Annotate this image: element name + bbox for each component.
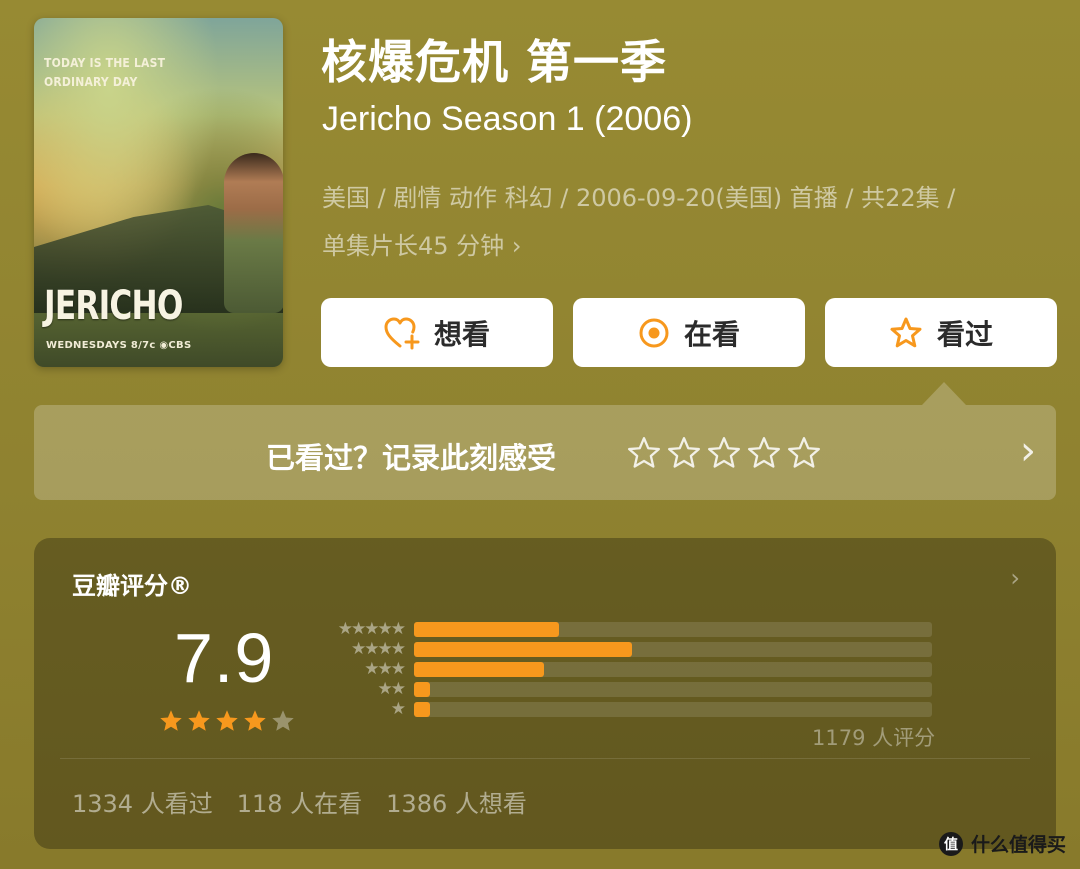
score-value: 7.9 — [174, 619, 275, 697]
poster-airtime: WEDNESDAYS 8/7c ◉CBS — [46, 340, 191, 351]
distribution-track — [414, 702, 932, 717]
original-title: Jericho Season 1 (2006) — [322, 100, 693, 138]
meta-info[interactable]: 美国 / 剧情 动作 科幻 / 2006-09-20(美国) 首播 / 共22集… — [322, 174, 1052, 270]
distribution-track — [414, 662, 932, 677]
watched-button[interactable]: 看过 — [825, 298, 1057, 367]
score-stars — [158, 708, 296, 734]
distribution-row: ★★★ — [316, 659, 936, 679]
star-outline-icon[interactable] — [786, 435, 822, 471]
star-filled-icon — [216, 710, 238, 731]
star-outline-icon[interactable] — [666, 435, 702, 471]
want-to-watch-button[interactable]: 想看 — [321, 298, 553, 367]
distribution-bar — [414, 622, 560, 637]
watching-count[interactable]: 118 人在看 — [237, 784, 362, 819]
distribution-row: ★★★★★ — [316, 619, 936, 639]
star-outline-icon[interactable] — [746, 435, 782, 471]
douban-score-card[interactable]: 豆瓣评分® › 7.9 ★★★★★ ★★★★ ★★★ ★★ ★ 1179 人评分 133… — [34, 538, 1056, 849]
score-title: 豆瓣评分® — [72, 572, 192, 600]
watermark-logo-icon: 值 — [938, 831, 963, 856]
chevron-right-icon: › — [1010, 564, 1020, 592]
poster-tagline-line2: ORDINARY DAY — [44, 75, 138, 89]
distribution-star-label: ★★★★★ — [337, 619, 406, 639]
star-empty-icon — [272, 710, 294, 731]
distribution-row: ★★ — [316, 679, 936, 699]
watermark-text: 什么值得买 — [970, 834, 1066, 856]
poster-network: CBS — [168, 340, 192, 351]
rate-prompt-text: 已看过？记录此刻感受 — [266, 441, 557, 475]
rate-prompt-bar[interactable]: 已看过？记录此刻感受 › — [34, 405, 1056, 500]
distribution-star-label: ★★★ — [364, 659, 406, 679]
distribution-track — [414, 682, 932, 697]
distribution-track — [414, 642, 932, 657]
want-to-watch-label: 想看 — [433, 317, 490, 351]
poster-tagline-line1: TODAY IS THE LAST — [44, 56, 166, 70]
distribution-star-label: ★★★★ — [351, 639, 406, 659]
poster-image[interactable]: TODAY IS THE LAST ORDINARY DAY JERICHO W… — [34, 18, 283, 367]
watched-label: 看过 — [936, 317, 993, 351]
raters-count: 1179 人评分 — [812, 726, 936, 750]
meta-line-2: 单集片长45 分钟 › — [322, 222, 1052, 270]
star-filled-icon — [244, 710, 266, 731]
chevron-right-icon: › — [1020, 428, 1036, 474]
page: TODAY IS THE LAST ORDINARY DAY JERICHO W… — [0, 0, 1080, 869]
watched-count[interactable]: 1334 人看过 — [72, 784, 213, 819]
chevron-right-icon: › — [511, 232, 522, 260]
want-count[interactable]: 1386 人想看 — [386, 784, 527, 819]
star-filled-icon — [160, 710, 182, 731]
watermark: 值 什么值得买 — [938, 830, 1066, 857]
poster-tagline: TODAY IS THE LAST ORDINARY DAY — [44, 54, 194, 92]
distribution-row: ★★★★ — [316, 639, 936, 659]
viewer-counts: 1334 人看过 118 人在看 1386 人想看 — [72, 784, 527, 819]
distribution-star-label: ★★ — [377, 679, 407, 699]
star-outline-icon — [890, 317, 922, 347]
meta-line-1: 美国 / 剧情 动作 科幻 / 2006-09-20(美国) 首播 / 共22集… — [322, 184, 956, 212]
star-filled-icon — [188, 710, 210, 731]
rating-stars[interactable] — [626, 435, 822, 471]
poster-airtime-text: WEDNESDAYS 8/7c — [46, 340, 156, 351]
divider — [60, 758, 1030, 759]
poster-show-logo: JERICHO — [44, 283, 183, 329]
poster-figure-shape — [224, 153, 283, 313]
page-title: 核爆危机 第一季 — [321, 35, 668, 89]
meta-duration: 单集片长45 分钟 — [322, 232, 505, 260]
distribution-bar — [414, 642, 632, 657]
distribution-bar — [414, 702, 430, 717]
watching-button[interactable]: 在看 — [573, 298, 805, 367]
watching-label: 在看 — [683, 317, 740, 351]
distribution-track — [414, 622, 932, 637]
star-outline-icon[interactable] — [706, 435, 742, 471]
distribution-star-label: ★ — [390, 699, 406, 719]
rate-panel-pointer — [922, 382, 966, 405]
distribution-bar — [414, 662, 544, 677]
distribution-row: ★ — [316, 699, 936, 719]
distribution-bar — [414, 682, 430, 697]
heart-plus-icon — [384, 317, 420, 349]
target-circle-icon — [639, 318, 669, 347]
star-outline-icon[interactable] — [626, 435, 662, 471]
